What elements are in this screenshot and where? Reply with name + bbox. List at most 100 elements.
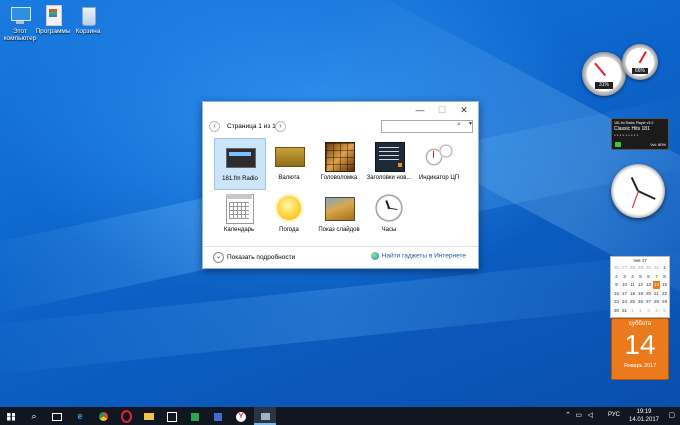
calendar-day-cell[interactable]: 19 bbox=[637, 290, 644, 298]
chevron-down-icon: ⌄ bbox=[213, 252, 224, 263]
calendar-day-cell[interactable]: 30 bbox=[645, 264, 652, 272]
volume-icon[interactable]: ◁ bbox=[588, 411, 593, 419]
details-bar: ⌄ Показать подробности Найти гаджеты в Ин… bbox=[203, 246, 478, 269]
taskbar-edge[interactable]: e bbox=[69, 407, 91, 425]
taskbar-gadgets[interactable] bbox=[254, 407, 276, 425]
taskbar-app-2[interactable] bbox=[207, 407, 229, 425]
cpu-meter-gadget[interactable]: 31% 66% bbox=[582, 44, 666, 100]
gadget-label: Показ слайдов bbox=[318, 227, 360, 233]
calendar-day-cell[interactable]: 7 bbox=[653, 273, 660, 281]
calendar-day-cell[interactable]: 28 bbox=[653, 298, 660, 306]
radio-gadget[interactable]: 181.fm Radio Player v3.0 Classic Hits 18… bbox=[611, 118, 669, 150]
calendar-day-cell[interactable]: 1 bbox=[629, 307, 636, 315]
gadget-181fm-radio[interactable]: 181.fm Radio bbox=[214, 138, 266, 190]
calendar-day-cell[interactable]: 25 bbox=[629, 298, 636, 306]
search-button[interactable]: ⌕ bbox=[23, 407, 45, 425]
search-icon[interactable]: ⌕ bbox=[457, 121, 461, 129]
clock[interactable]: 19:19 14.01.2017 bbox=[626, 408, 662, 424]
notifications-icon[interactable]: ▢ bbox=[668, 411, 675, 419]
gadget-currency[interactable]: Валюта bbox=[264, 138, 314, 188]
gadget-label: Заголовки нов... bbox=[366, 175, 412, 181]
calendar-day-cell[interactable]: 11 bbox=[629, 281, 636, 289]
radio-volume: Vol: 80% bbox=[650, 142, 666, 147]
gadget-calendar[interactable]: Календарь bbox=[214, 190, 264, 240]
calendar-day-cell[interactable]: 16 bbox=[613, 290, 620, 298]
calendar-day-cell[interactable]: 27 bbox=[621, 264, 628, 272]
calendar-day-cell[interactable]: 14 bbox=[653, 281, 660, 289]
calendar-day-cell[interactable]: 3 bbox=[645, 307, 652, 315]
desktop: Этот компьютер Программы Корзина 31% 66%… bbox=[0, 0, 680, 407]
calendar-day-cell[interactable]: 4 bbox=[653, 307, 660, 315]
calendar-day-cell[interactable]: 28 bbox=[629, 264, 636, 272]
gadget-slideshow[interactable]: Показ слайдов bbox=[314, 190, 364, 240]
close-button[interactable]: ✕ bbox=[453, 104, 475, 116]
network-icon[interactable]: ▭ bbox=[575, 411, 582, 419]
calendar-day-cell[interactable]: 27 bbox=[645, 298, 652, 306]
minimize-button[interactable]: — bbox=[409, 104, 431, 116]
calendar-day-cell[interactable]: 18 bbox=[629, 290, 636, 298]
search-dropdown-icon[interactable]: ▼ bbox=[468, 121, 473, 127]
calendar-month-grid: янв 17 26 27 28 29 30 31 1 2 3 4 5 6 7 8 9 10 11 12 13 14 15… bbox=[610, 256, 670, 318]
next-page-button[interactable]: › bbox=[275, 121, 286, 132]
store-icon bbox=[167, 411, 177, 422]
windows-icon bbox=[7, 412, 15, 421]
calendar-day-cell[interactable]: 21 bbox=[653, 290, 660, 298]
calendar-day-cell[interactable]: 22 bbox=[661, 290, 668, 298]
maximize-button[interactable]: ☐ bbox=[431, 104, 453, 116]
calendar-day-cell[interactable]: 20 bbox=[645, 290, 652, 298]
gadget-puzzle[interactable]: Головоломка bbox=[314, 138, 364, 188]
calendar-day-cell[interactable]: 15 bbox=[661, 281, 668, 289]
calendar-day-cell[interactable]: 26 bbox=[613, 264, 620, 272]
calendar-day-cell[interactable]: 2 bbox=[613, 273, 620, 281]
calendar-day-cell[interactable]: 4 bbox=[629, 273, 636, 281]
clock-gadget[interactable] bbox=[611, 164, 665, 218]
calendar-day-cell[interactable]: 31 bbox=[621, 307, 628, 315]
search-icon: ⌕ bbox=[31, 411, 37, 421]
calendar-day-cell[interactable]: 5 bbox=[637, 273, 644, 281]
taskbar-opera[interactable] bbox=[115, 407, 137, 425]
gadget-clock[interactable]: Часы bbox=[364, 190, 414, 240]
calendar-day-cell[interactable]: 23 bbox=[613, 298, 620, 306]
calendar-day-cell[interactable]: 10 bbox=[621, 281, 628, 289]
taskbar-yandex[interactable]: Y bbox=[230, 407, 252, 425]
prev-page-button[interactable]: ‹ bbox=[209, 121, 220, 132]
calendar-day-cell[interactable]: 12 bbox=[637, 281, 644, 289]
calendar-day-cell[interactable]: 1 bbox=[661, 264, 668, 272]
gadget-cpu-meter[interactable]: Индикатор ЦП bbox=[414, 138, 464, 188]
clock-date: 14.01.2017 bbox=[628, 417, 660, 423]
taskbar-store[interactable] bbox=[161, 407, 183, 425]
language-indicator[interactable]: РУС bbox=[608, 412, 620, 418]
calendar-day-cell[interactable]: 30 bbox=[613, 307, 620, 315]
calendar-weekday: суббота bbox=[628, 321, 652, 327]
calendar-day-cell[interactable]: 8 bbox=[661, 273, 668, 281]
calendar-day-cell[interactable]: 24 bbox=[621, 298, 628, 306]
gadget-weather[interactable]: Погода bbox=[264, 190, 314, 240]
calendar-day-cell[interactable]: 29 bbox=[637, 264, 644, 272]
taskbar-explorer[interactable] bbox=[138, 407, 160, 425]
start-button[interactable] bbox=[0, 407, 22, 425]
gadget-news[interactable]: Заголовки нов... bbox=[364, 138, 414, 188]
show-hidden-icons[interactable]: ⌃ bbox=[565, 411, 571, 419]
calendar-gadget[interactable]: янв 17 26 27 28 29 30 31 1 2 3 4 5 6 7 8 9 10 11 12 13 14 15… bbox=[610, 256, 670, 380]
show-details-button[interactable]: ⌄ Показать подробности bbox=[213, 252, 295, 263]
calendar-day-cell[interactable]: 17 bbox=[621, 290, 628, 298]
calendar-day-cell[interactable]: 5 bbox=[661, 307, 668, 315]
calendar-day-cell[interactable]: 31 bbox=[653, 264, 660, 272]
edge-icon: e bbox=[77, 411, 83, 421]
desktop-icon-recycle-bin[interactable]: Корзина bbox=[66, 4, 110, 35]
calendar-day-cell[interactable]: 13 bbox=[645, 281, 652, 289]
calendar-day-cell[interactable]: 6 bbox=[645, 273, 652, 281]
calendar-day-cell[interactable]: 9 bbox=[613, 281, 620, 289]
taskbar-chrome[interactable] bbox=[92, 407, 114, 425]
desktop-icon-label: Корзина bbox=[75, 28, 101, 35]
play-icon[interactable] bbox=[615, 142, 621, 147]
calendar-day-cell[interactable]: 3 bbox=[621, 273, 628, 281]
calendar-day-cell[interactable]: 29 bbox=[661, 298, 668, 306]
get-gadgets-online-link[interactable]: Найти гаджеты в Интернете bbox=[370, 252, 466, 260]
task-view-button[interactable] bbox=[46, 407, 68, 425]
app-icon bbox=[214, 412, 222, 421]
calendar-day-cell[interactable]: 26 bbox=[637, 298, 644, 306]
taskbar-app[interactable] bbox=[184, 407, 206, 425]
gadgets-window: — ☐ ✕ ‹ Страница 1 из 1 › ⌕ ▼ 181.fm Rad… bbox=[202, 101, 479, 269]
calendar-day-cell[interactable]: 2 bbox=[637, 307, 644, 315]
